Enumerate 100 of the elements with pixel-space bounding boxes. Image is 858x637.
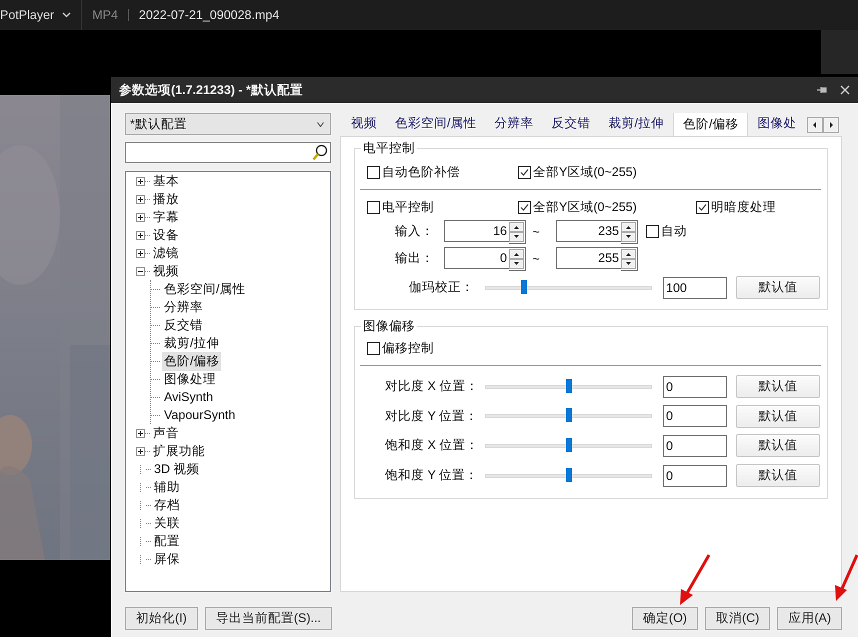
annotation-arrow [833, 553, 858, 603]
default-button[interactable]: 默认值 [736, 276, 820, 299]
app-name[interactable]: PotPlayer [0, 8, 54, 22]
expand-icon[interactable] [136, 248, 145, 258]
chevron-icon [317, 122, 324, 126]
checkbox[interactable] [367, 200, 380, 214]
tree-item[interactable]: 色阶/偏移 [162, 352, 222, 370]
slider-thumb[interactable] [566, 408, 572, 422]
file-name: 2022-07-21_090028.mp4 [138, 8, 280, 22]
tree-item[interactable]: 关联 [152, 514, 182, 532]
spin-buttons[interactable] [509, 220, 526, 244]
tree-item[interactable]: 设备 [151, 226, 181, 244]
collapse-icon[interactable] [136, 266, 145, 276]
tree-item[interactable]: 基本 [151, 172, 181, 190]
tree-item[interactable]: 反交错 [162, 316, 205, 334]
value-field[interactable]: 100 [663, 276, 727, 298]
value-field[interactable]: 0 [663, 405, 727, 428]
chevron-icon[interactable] [62, 12, 72, 18]
expand-icon[interactable] [136, 230, 145, 240]
number-field[interactable]: 235 [556, 220, 621, 242]
tab[interactable]: 视频 [342, 113, 386, 136]
tab[interactable]: 图像处 [748, 113, 806, 136]
pin-icon[interactable] [816, 85, 828, 95]
footer-button[interactable]: 确定(O) [632, 607, 698, 630]
footer-button[interactable]: 取消(C) [704, 607, 770, 630]
checkbox-label[interactable]: 偏移控制 [382, 340, 434, 356]
tree-item[interactable]: AviSynth [162, 389, 216, 405]
tree-item[interactable]: 视频 [151, 262, 181, 280]
spin-buttons[interactable] [621, 246, 638, 270]
range-separator: ~ [531, 252, 541, 266]
expand-icon[interactable] [136, 446, 145, 456]
tree-item[interactable]: 声音 [151, 424, 181, 442]
default-button[interactable]: 默认值 [736, 464, 820, 488]
checkbox-label[interactable]: 明暗度处理 [711, 198, 776, 216]
format-label: MP4 [92, 8, 118, 22]
footer-button[interactable]: 导出当前配置(S)... [204, 607, 332, 630]
group-title: 电平控制 [362, 140, 416, 157]
range-separator: ~ [531, 224, 541, 238]
tree-item[interactable]: 存档 [152, 496, 182, 514]
tree-item[interactable]: 裁剪/拉伸 [162, 334, 222, 352]
footer-button[interactable]: 初始化(I) [125, 607, 198, 630]
checkbox[interactable] [518, 200, 531, 214]
checkbox-label[interactable]: 全部Y区域(0~255) [533, 198, 637, 216]
tree-item[interactable]: 辅助 [152, 478, 182, 496]
checkbox-label[interactable]: 电平控制 [382, 198, 434, 216]
tree-item[interactable]: 屏保 [152, 550, 182, 568]
tree-item[interactable]: 字幕 [151, 208, 181, 226]
value-field[interactable]: 0 [663, 376, 727, 398]
checkbox-label[interactable]: 自动色阶补偿 [382, 164, 460, 180]
slider-label: 饱和度 X 位置： [384, 437, 474, 454]
slider-label: 对比度 X 位置： [384, 378, 474, 396]
tab[interactable]: 分辨率 [485, 113, 542, 136]
expand-icon[interactable] [136, 428, 145, 438]
checkbox[interactable] [518, 166, 531, 178]
checkbox[interactable] [696, 200, 709, 214]
checkbox[interactable] [367, 166, 380, 178]
footer-button[interactable]: 应用(A) [777, 607, 842, 630]
checkbox[interactable] [367, 342, 380, 354]
slider-thumb[interactable] [520, 280, 527, 294]
close-icon[interactable] [840, 85, 850, 95]
number-field[interactable]: 0 [444, 246, 509, 268]
expand-icon[interactable] [136, 176, 145, 186]
tree-item[interactable]: 分辨率 [162, 298, 205, 316]
tab[interactable]: 色彩空间/属性 [386, 113, 486, 136]
default-button[interactable]: 默认值 [736, 375, 820, 398]
field-label: 输出： [394, 250, 434, 267]
tree-item[interactable]: 滤镜 [151, 244, 181, 262]
expand-icon[interactable] [136, 194, 145, 204]
tree-item[interactable]: 播放 [151, 190, 181, 208]
slider-thumb[interactable] [566, 438, 572, 452]
default-button[interactable]: 默认值 [736, 434, 820, 458]
profile-dropdown[interactable]: *默认配置 [125, 113, 331, 135]
scroll-right-icon[interactable] [823, 116, 839, 132]
slider-thumb[interactable] [566, 378, 572, 393]
slider-label: 对比度 Y 位置： [384, 408, 474, 425]
tree-item[interactable]: 3D 视频 [152, 460, 202, 478]
scroll-left-icon[interactable] [807, 116, 823, 132]
checkbox[interactable] [646, 225, 659, 238]
tree-item[interactable]: 配置 [152, 532, 182, 550]
group-title: 图像偏移 [362, 318, 416, 335]
tree-item[interactable]: 图像处理 [162, 370, 218, 388]
expand-icon[interactable] [136, 212, 145, 222]
tab[interactable]: 色阶/偏移 [672, 113, 748, 136]
tree-item[interactable]: 扩展功能 [151, 442, 207, 460]
number-field[interactable]: 16 [444, 220, 509, 242]
default-button[interactable]: 默认值 [736, 404, 820, 428]
spin-buttons[interactable] [621, 220, 638, 244]
tree-item[interactable]: 色彩空间/属性 [162, 280, 248, 298]
tree-item[interactable]: VapourSynth [162, 407, 238, 423]
tab[interactable]: 裁剪/拉伸 [599, 113, 673, 136]
checkbox-label[interactable]: 自动 [661, 223, 687, 240]
value-field[interactable]: 0 [663, 434, 727, 457]
number-field[interactable]: 255 [556, 246, 621, 268]
slider-label: 伽玛校正： [408, 279, 474, 296]
checkbox-label[interactable]: 全部Y区域(0~255) [533, 164, 637, 180]
tab[interactable]: 反交错 [542, 113, 600, 136]
slider-thumb[interactable] [566, 468, 572, 482]
value-field[interactable]: 0 [663, 464, 727, 487]
field-label: 输入： [394, 223, 434, 240]
spin-buttons[interactable] [509, 246, 526, 270]
